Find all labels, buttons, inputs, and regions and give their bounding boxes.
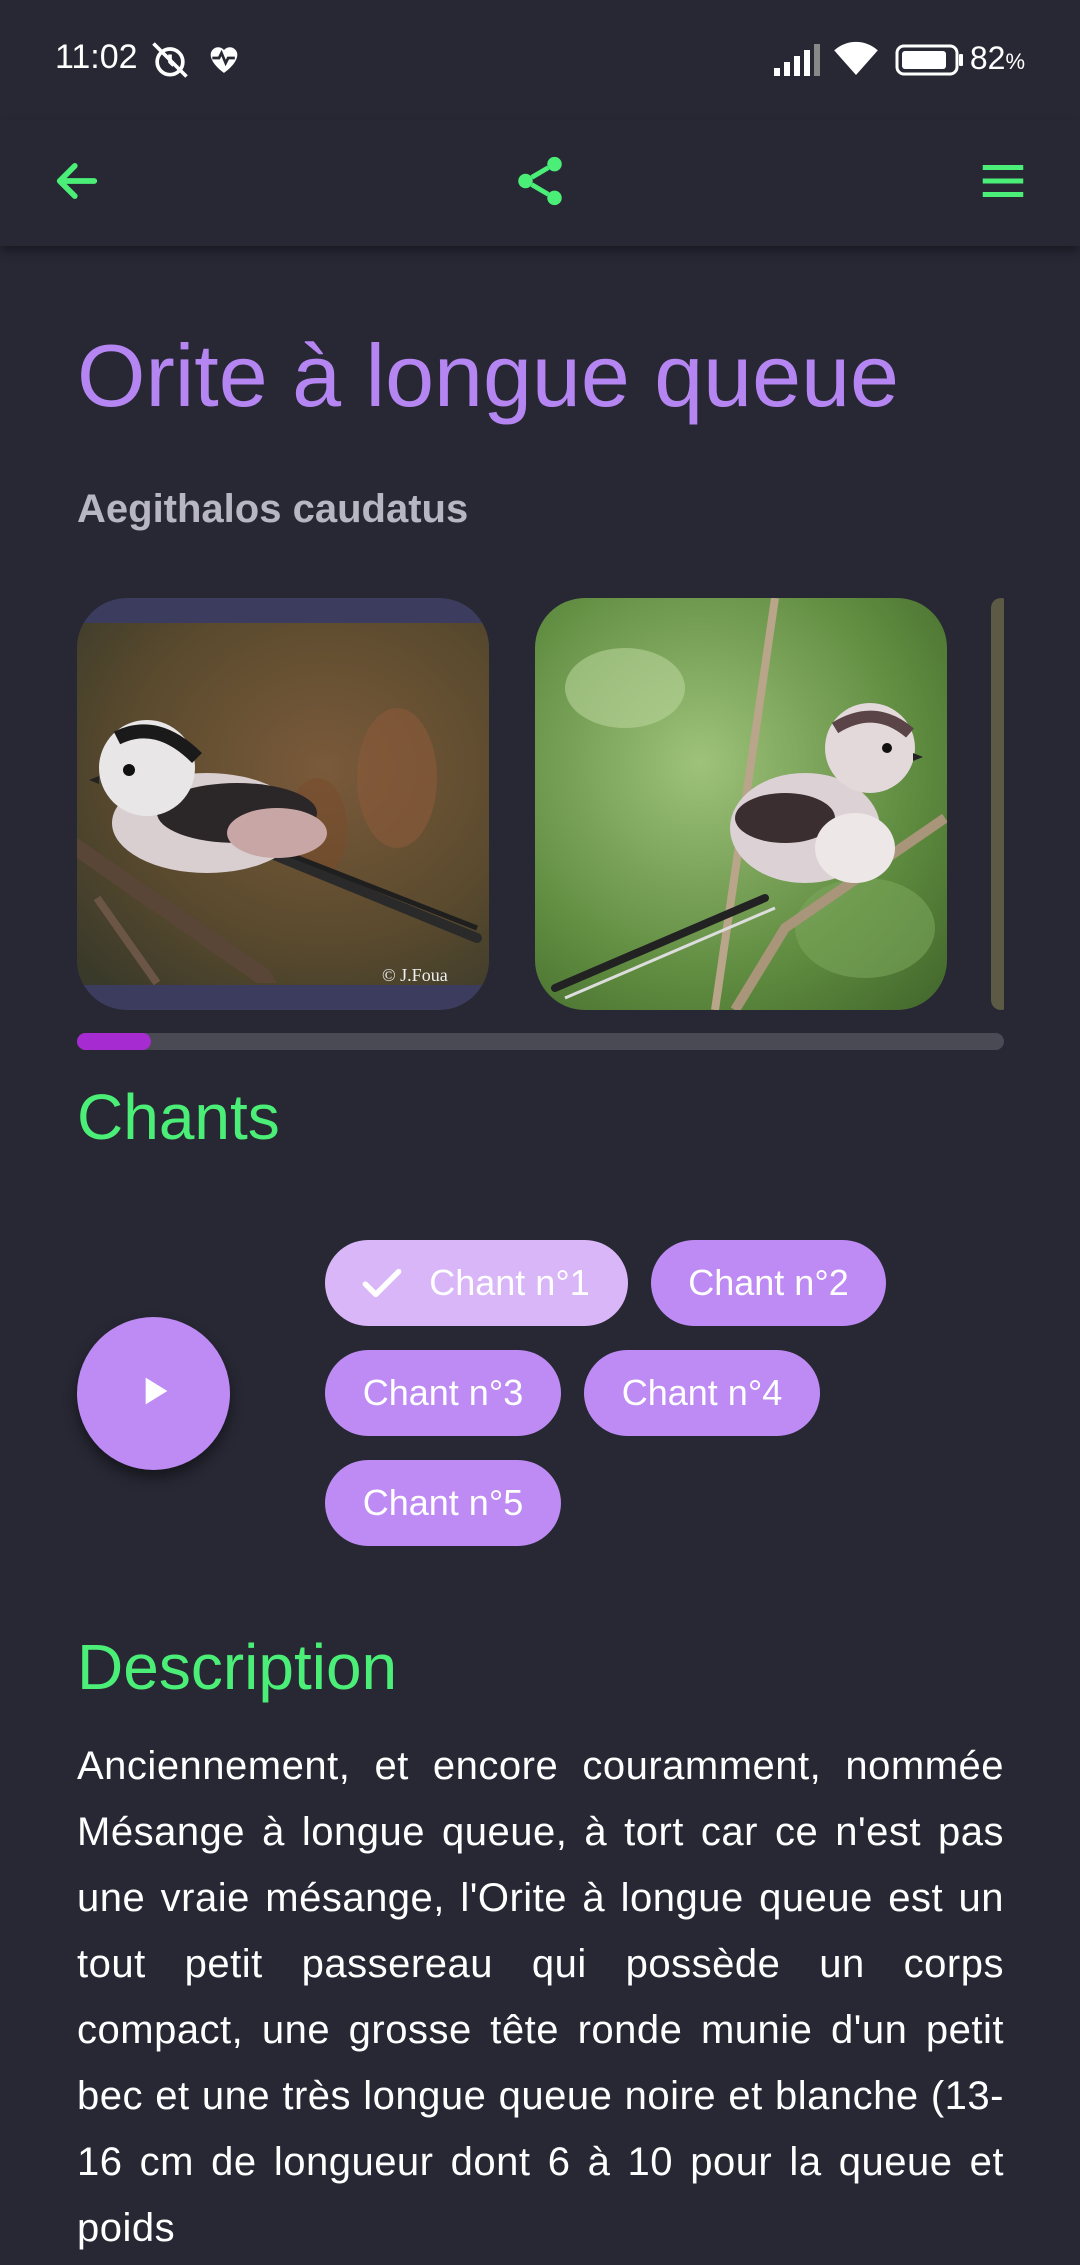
photo-gallery[interactable]: © J.Foua <box>77 598 1004 1013</box>
song-chip-3[interactable]: Chant n°3 <box>325 1350 561 1436</box>
song-chip-label: Chant n°2 <box>688 1262 849 1303</box>
status-bar: 11:02 82% <box>0 0 1080 120</box>
play-button[interactable] <box>77 1317 230 1470</box>
back-arrow-icon <box>51 155 103 212</box>
status-time: 11:02 <box>55 38 138 76</box>
heart-pulse-icon <box>204 38 244 83</box>
battery-percent: 82% <box>969 40 1025 76</box>
page-title: Orite à longue queue <box>77 326 899 425</box>
signal-icon <box>772 42 822 81</box>
description-section-title: Description <box>77 1631 398 1703</box>
song-chip-label: Chant n°3 <box>362 1372 524 1413</box>
menu-icon <box>976 154 1030 213</box>
bird-photo-2[interactable] <box>535 598 947 1010</box>
song-chip-5[interactable]: Chant n°5 <box>325 1460 561 1546</box>
photo-credit: © J.Foua <box>382 965 448 985</box>
alarm-off-icon <box>148 38 192 87</box>
menu-button[interactable] <box>958 138 1048 228</box>
song-chip-2[interactable]: Chant n°2 <box>651 1240 886 1326</box>
song-chip-label: Chant n°5 <box>362 1482 524 1523</box>
bird-photo-3[interactable] <box>991 598 1004 1010</box>
description-text: Anciennement, et encore couramment, nomm… <box>77 1744 1004 2250</box>
scientific-name: Aegithalos caudatus <box>77 487 469 531</box>
share-button[interactable] <box>495 138 585 228</box>
back-button[interactable] <box>32 138 122 228</box>
bird-photo-1[interactable]: © J.Foua <box>77 598 489 1010</box>
gallery-scroll-thumb[interactable] <box>77 1033 151 1050</box>
song-chip-label: Chant n°1 <box>429 1262 590 1303</box>
song-chip-1[interactable]: Chant n°1 <box>325 1240 628 1326</box>
song-chip-label: Chant n°4 <box>621 1372 783 1413</box>
wifi-icon <box>833 40 879 81</box>
battery-icon <box>895 44 965 81</box>
share-icon <box>511 152 569 215</box>
check-icon <box>357 1258 407 1308</box>
play-icon <box>134 1371 174 1416</box>
songs-section-title: Chants <box>77 1081 280 1153</box>
app-bar <box>0 120 1080 246</box>
song-chip-4[interactable]: Chant n°4 <box>584 1350 820 1436</box>
gallery-scrollbar[interactable] <box>77 1033 1004 1050</box>
